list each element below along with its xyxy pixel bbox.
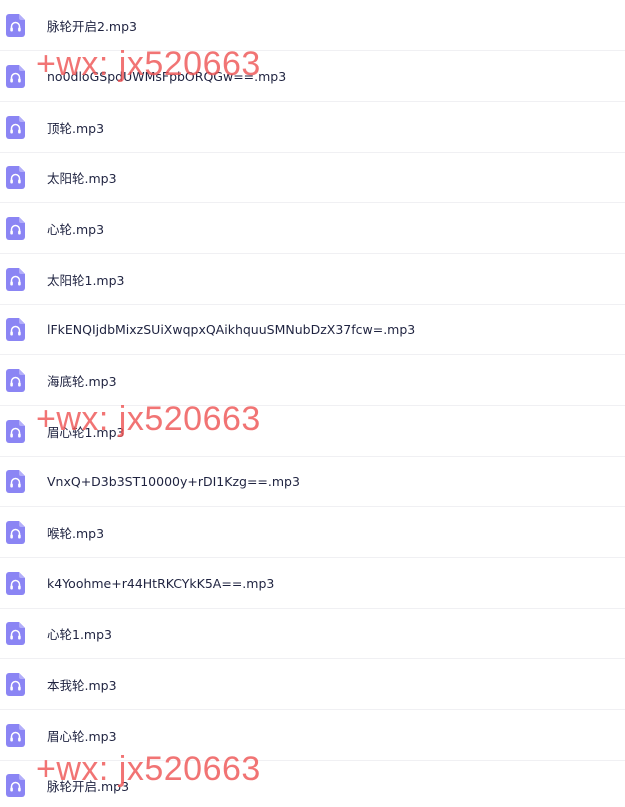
audio-file-icon xyxy=(6,116,25,139)
file-name: 心轮.mp3 xyxy=(47,221,105,237)
file-name: no0dloGSpdUWMsFpbORQGw==.mp3 xyxy=(47,68,287,84)
file-row[interactable]: VnxQ+D3b3ST10000y+rDI1Kzg==.mp3 xyxy=(0,456,625,507)
file-name: k4Yoohme+r44HtRKCYkK5A==.mp3 xyxy=(47,575,275,591)
file-name: 脉轮开启2.mp3 xyxy=(47,18,137,34)
file-row[interactable]: k4Yoohme+r44HtRKCYkK5A==.mp3 xyxy=(0,558,625,609)
file-name: 眉心轮1.mp3 xyxy=(47,424,125,440)
file-name: 喉轮.mp3 xyxy=(47,525,105,541)
file-row[interactable]: 眉心轮.mp3 xyxy=(0,710,625,761)
file-name: VnxQ+D3b3ST10000y+rDI1Kzg==.mp3 xyxy=(47,473,300,489)
audio-file-icon xyxy=(6,724,25,747)
audio-file-icon xyxy=(6,572,25,595)
file-row[interactable]: 脉轮开启2.mp3 xyxy=(0,0,625,51)
file-row[interactable]: 眉心轮1.mp3 xyxy=(0,406,625,457)
file-row[interactable]: 海底轮.mp3 xyxy=(0,355,625,406)
audio-file-icon xyxy=(6,65,25,88)
file-row[interactable]: 心轮1.mp3 xyxy=(0,608,625,659)
audio-file-icon xyxy=(6,217,25,240)
file-row[interactable]: 顶轮.mp3 xyxy=(0,102,625,153)
file-name: 海底轮.mp3 xyxy=(47,373,117,389)
file-name: 眉心轮.mp3 xyxy=(47,728,117,744)
file-name: lFkENQIjdbMixzSUiXwqpxQAikhquuSMNubDzX37… xyxy=(47,321,416,337)
audio-file-icon xyxy=(6,166,25,189)
file-row[interactable]: lFkENQIjdbMixzSUiXwqpxQAikhquuSMNubDzX37… xyxy=(0,304,625,355)
audio-file-icon xyxy=(6,470,25,493)
audio-file-icon xyxy=(6,622,25,645)
audio-file-icon xyxy=(6,420,25,443)
audio-file-icon xyxy=(6,369,25,392)
file-name: 脉轮开启.mp3 xyxy=(47,778,130,794)
file-row[interactable]: 心轮.mp3 xyxy=(0,203,625,254)
audio-file-icon xyxy=(6,318,25,341)
audio-file-icon xyxy=(6,774,25,797)
audio-file-icon xyxy=(6,521,25,544)
file-row[interactable]: 太阳轮.mp3 xyxy=(0,152,625,203)
file-row[interactable]: 本我轮.mp3 xyxy=(0,659,625,710)
file-row[interactable]: 脉轮开启.mp3 xyxy=(0,760,625,807)
file-list: 脉轮开启2.mp3 no0dloGSpdUWMsFpbORQGw==.mp3 顶… xyxy=(0,0,625,807)
file-name: 本我轮.mp3 xyxy=(47,677,117,693)
file-name: 太阳轮1.mp3 xyxy=(47,272,125,288)
file-name: 心轮1.mp3 xyxy=(47,626,112,642)
audio-file-icon xyxy=(6,673,25,696)
file-row[interactable]: no0dloGSpdUWMsFpbORQGw==.mp3 xyxy=(0,51,625,102)
audio-file-icon xyxy=(6,14,25,37)
audio-file-icon xyxy=(6,268,25,291)
file-name: 顶轮.mp3 xyxy=(47,120,105,136)
file-name: 太阳轮.mp3 xyxy=(47,170,117,186)
file-row[interactable]: 太阳轮1.mp3 xyxy=(0,254,625,305)
file-row[interactable]: 喉轮.mp3 xyxy=(0,507,625,558)
